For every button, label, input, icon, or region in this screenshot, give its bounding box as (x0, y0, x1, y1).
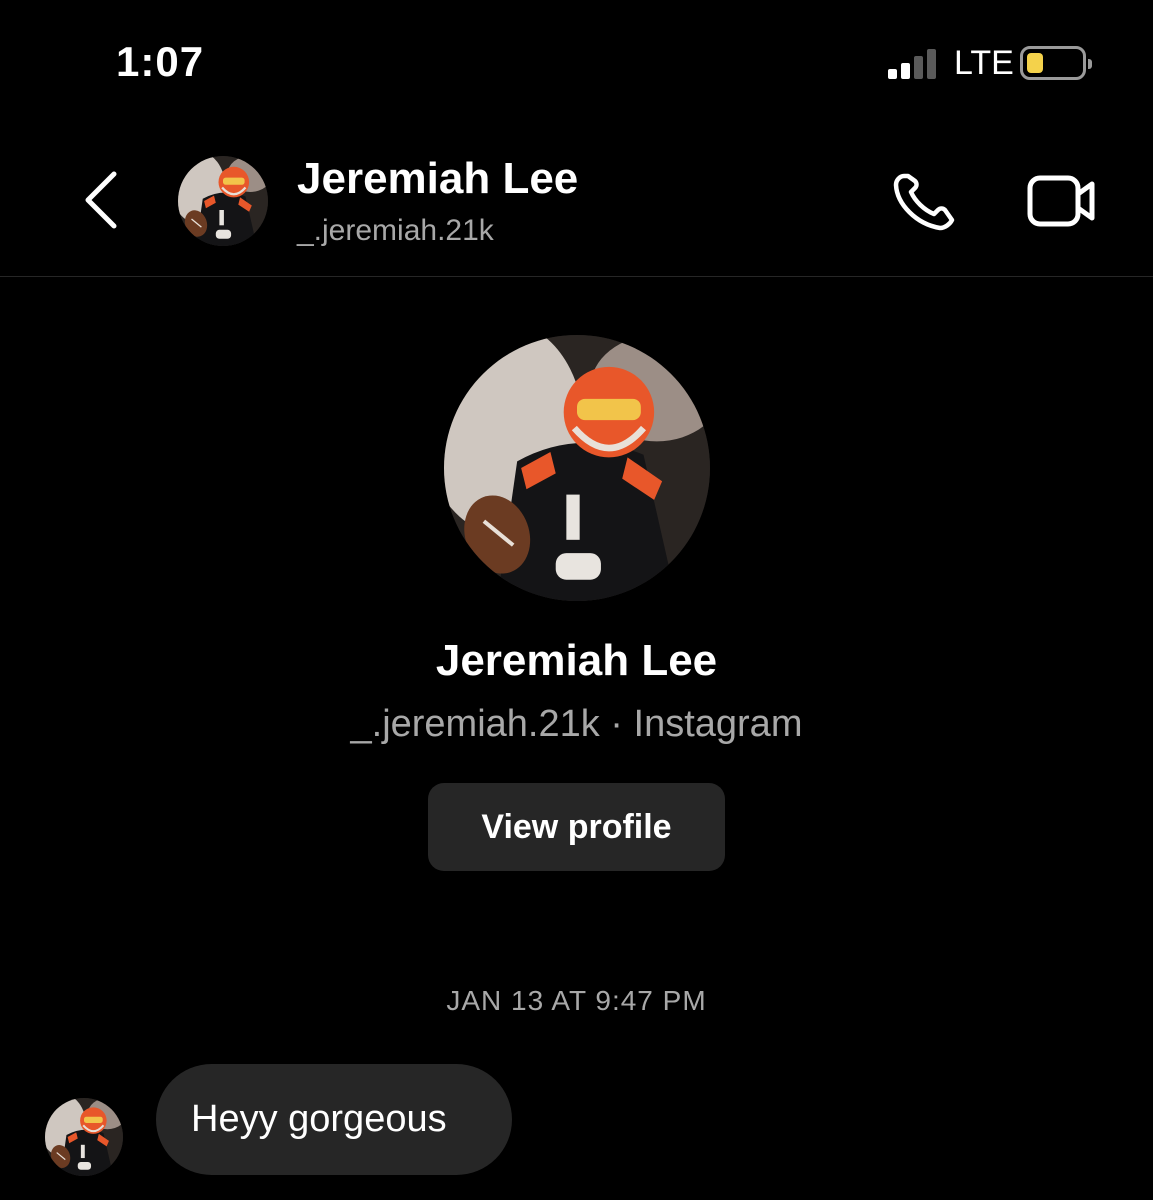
audio-call-button[interactable] (890, 168, 962, 234)
dm-screen: 1:07 LTE Jeremiah Lee _.jeremiah.21k Jer… (0, 0, 1153, 1200)
battery-icon (1020, 46, 1092, 80)
status-time: 1:07 (116, 38, 205, 85)
video-call-button[interactable] (1020, 170, 1102, 232)
network-type: LTE (954, 44, 1014, 82)
chevron-left-icon (85, 171, 117, 229)
header-avatar[interactable] (178, 156, 268, 246)
phone-icon (893, 173, 955, 231)
signal-strength-icon (888, 47, 940, 79)
profile-name: Jeremiah Lee (435, 636, 718, 685)
view-profile-button[interactable]: View profile (428, 783, 725, 871)
video-camera-icon (1027, 175, 1095, 227)
header-contact-handle[interactable]: _.jeremiah.21k (297, 214, 494, 248)
message-bubble[interactable]: Heyy gorgeous (156, 1064, 512, 1175)
message-timestamp: JAN 13 AT 9:47 PM (446, 985, 707, 1016)
back-button[interactable] (72, 168, 128, 232)
profile-meta: _.jeremiah.21k · Instagram (350, 703, 803, 745)
profile-avatar[interactable] (444, 335, 710, 601)
message-text: Heyy gorgeous (191, 1098, 447, 1140)
message-sender-avatar[interactable] (45, 1098, 123, 1176)
header-contact-name[interactable]: Jeremiah Lee (297, 154, 578, 204)
battery-fill (1027, 53, 1043, 73)
header-divider (0, 276, 1153, 277)
